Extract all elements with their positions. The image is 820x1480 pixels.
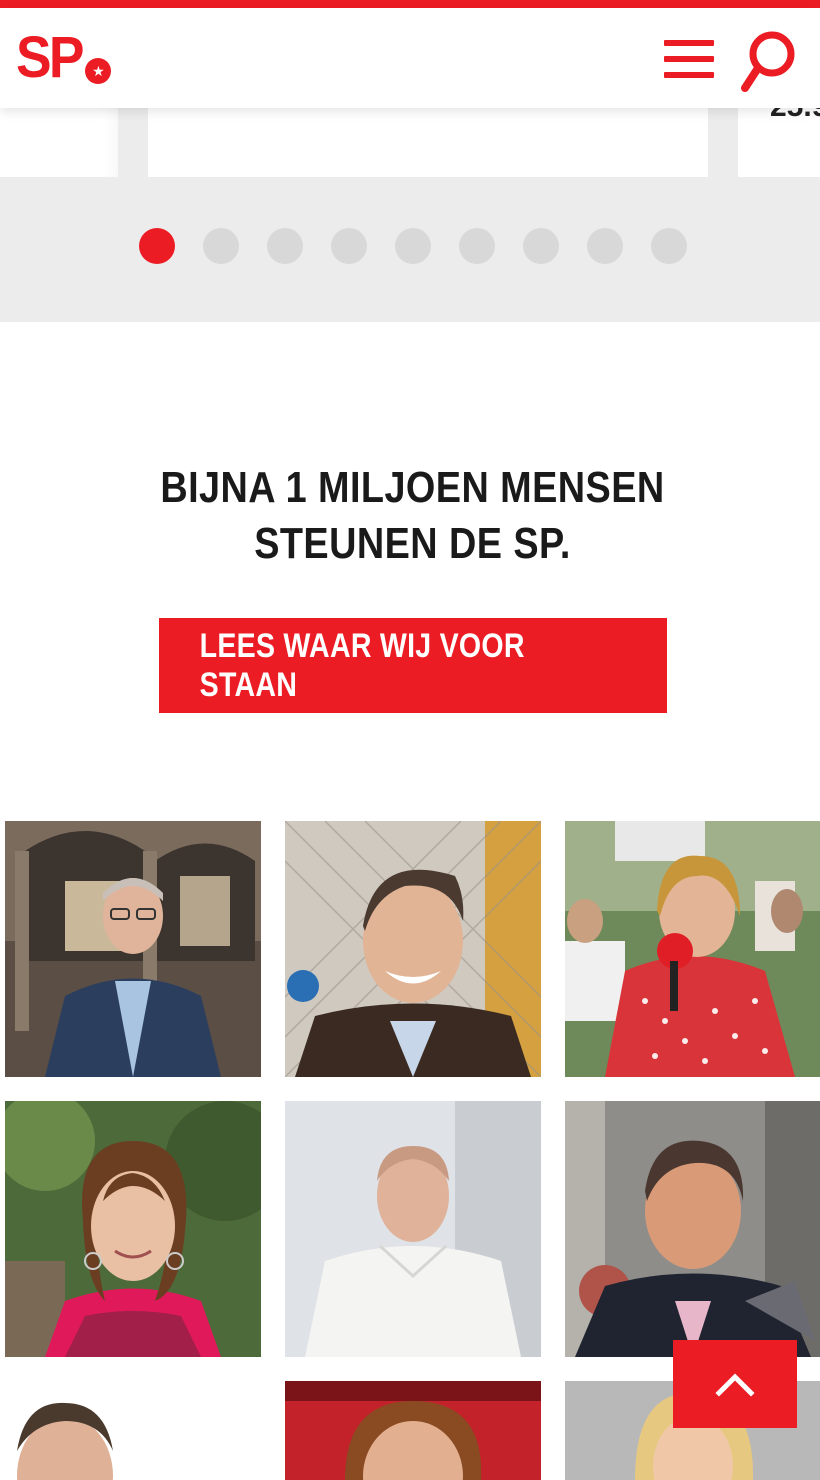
menu-button[interactable] <box>660 36 718 82</box>
top-accent-bar <box>0 0 820 8</box>
menu-line <box>664 72 714 78</box>
photo-man-glasses-blue-jacket[interactable] <box>5 821 261 1077</box>
sp-logo[interactable]: SP ★ <box>16 25 112 90</box>
carousel-dot[interactable] <box>395 228 431 264</box>
logo-tomato-icon: ★ <box>85 58 112 84</box>
carousel-dot[interactable] <box>203 228 239 264</box>
chevron-up-icon <box>715 1373 755 1397</box>
menu-line <box>664 56 714 62</box>
carousel-dot[interactable] <box>523 228 559 264</box>
carousel-slide-current[interactable] <box>148 108 708 177</box>
photo-man-white-shirt[interactable] <box>285 1101 541 1357</box>
logo-text: SP <box>16 25 84 90</box>
carousel-dot[interactable] <box>331 228 367 264</box>
photo-man-dark-coat[interactable] <box>565 1101 820 1357</box>
photo-person-red-background[interactable] <box>285 1381 541 1480</box>
carousel-dot[interactable] <box>587 228 623 264</box>
carousel-slide-prev[interactable] <box>0 108 118 177</box>
carousel-pagination <box>139 228 687 264</box>
carousel-dot[interactable] <box>459 228 495 264</box>
read-positions-button[interactable]: LEES WAAR WIJ VOOR STAAN <box>159 618 667 713</box>
carousel-dot[interactable] <box>651 228 687 264</box>
carousel-dot[interactable] <box>139 228 175 264</box>
photo-woman-red-scarf[interactable] <box>5 1101 261 1357</box>
photo-man-smiling-fence[interactable] <box>285 821 541 1077</box>
site-header: SP ★ <box>0 8 820 108</box>
back-to-top-button[interactable] <box>673 1340 797 1428</box>
photo-man-partial-row3[interactable] <box>5 1381 261 1480</box>
photo-woman-microphone-red-dress[interactable] <box>565 821 820 1077</box>
menu-line <box>664 40 714 46</box>
news-carousel: 25.9 <box>0 108 820 322</box>
slide-peek-text: 25.9 <box>770 108 820 124</box>
search-button[interactable] <box>736 26 798 96</box>
carousel-slide-next[interactable]: 25.9 <box>738 108 820 177</box>
search-icon <box>741 31 795 92</box>
supporters-headline: BIJNA 1 MILJOEN MENSEN STEUNEN DE SP. <box>160 463 665 568</box>
cta-label: LEES WAAR WIJ VOOR STAAN <box>199 626 525 704</box>
carousel-dot[interactable] <box>267 228 303 264</box>
